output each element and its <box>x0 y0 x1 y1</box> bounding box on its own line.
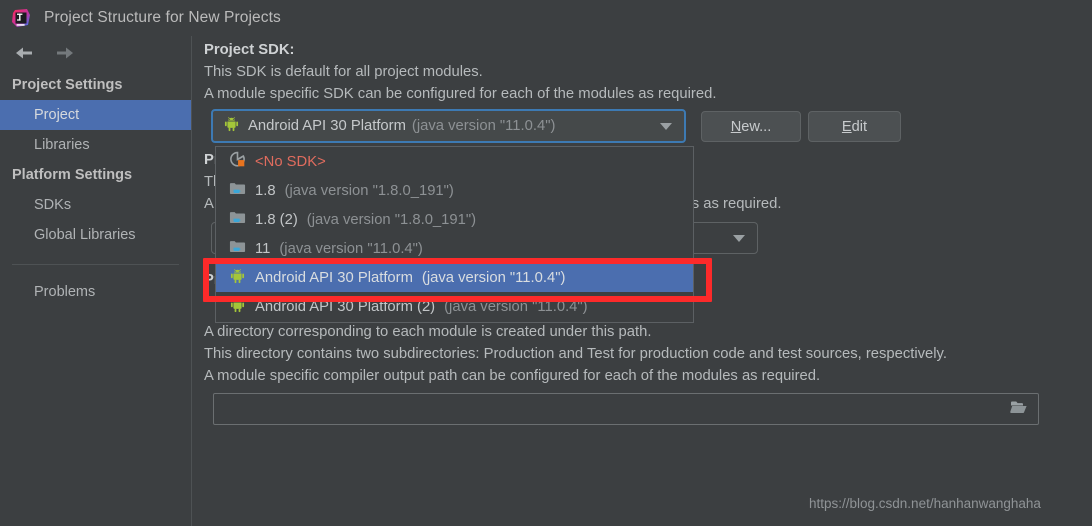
project-sdk-desc-1: This SDK is default for all project modu… <box>204 64 483 80</box>
dropdown-item-jdk-11[interactable]: 11 (java version "11.0.4") <box>216 234 693 263</box>
android-icon <box>229 267 246 288</box>
new-sdk-button-label: ew... <box>741 118 772 135</box>
arrow-right-icon[interactable] <box>53 41 77 65</box>
java-sdk-icon <box>229 180 246 201</box>
folder-icon[interactable] <box>1010 399 1028 419</box>
dropdown-item-version: (java version "11.0.4") <box>279 240 423 257</box>
sidebar-divider <box>12 264 179 265</box>
compiler-output-desc-1: A directory corresponding to each module… <box>204 324 652 340</box>
dropdown-item-version: (java version "1.8.0_191") <box>284 182 454 199</box>
android-icon <box>229 296 246 317</box>
dropdown-item-label: Android API 30 Platform <box>255 269 413 286</box>
dropdown-item-label: 1.8 <box>255 182 276 199</box>
java-sdk-icon <box>229 238 246 259</box>
sdk-dropdown-popup[interactable]: <No SDK> 1.8 (java version "1.8.0_191") <box>215 146 694 323</box>
android-icon <box>223 115 240 137</box>
dropdown-item-label: <No SDK> <box>255 153 326 170</box>
sidebar-item-sdks[interactable]: SDKs <box>0 190 191 220</box>
chevron-down-icon[interactable] <box>733 234 745 242</box>
chevron-down-icon[interactable] <box>660 122 672 130</box>
new-sdk-button-mnemonic: N <box>730 118 742 135</box>
project-sdk-combobox[interactable]: Android API 30 Platform (java version "1… <box>211 109 686 143</box>
dropdown-item-android-api-30-2[interactable]: Android API 30 Platform (2) (java versio… <box>216 292 693 321</box>
sidebar-group-platform-settings: Platform Settings <box>12 167 133 183</box>
dropdown-item-label: 11 <box>255 240 271 257</box>
project-structure-dialog: Project Structure for New Projects Proje… <box>0 0 1092 526</box>
sidebar-item-problems[interactable]: Problems <box>0 277 191 307</box>
project-sdk-combobox-version: (java version "11.0.4") <box>411 118 556 134</box>
project-sdk-desc-2: A module specific SDK can be configured … <box>204 86 717 102</box>
no-sdk-icon <box>229 151 246 172</box>
arrow-left-icon[interactable] <box>12 41 36 65</box>
new-sdk-button[interactable]: New... <box>701 111 801 142</box>
dropdown-item-no-sdk[interactable]: <No SDK> <box>216 147 693 176</box>
dropdown-item-android-api-30[interactable]: Android API 30 Platform (java version "1… <box>216 263 693 292</box>
dropdown-item-label: 1.8 (2) <box>255 211 298 228</box>
project-sdk-title: Project SDK: <box>204 42 295 58</box>
sidebar-item-global-libraries[interactable]: Global Libraries <box>0 220 191 250</box>
watermark-url: https://blog.csdn.net/hanhanwanghaha <box>809 496 1041 511</box>
dropdown-item-version: (java version "1.8.0_191") <box>306 211 477 228</box>
compiler-output-desc-2: This directory contains two subdirectori… <box>204 346 947 362</box>
sidebar-item-project[interactable]: Project <box>0 100 191 130</box>
intellij-idea-logo-icon <box>11 8 31 28</box>
dropdown-item-version: (java version "11.0.4") <box>444 298 588 315</box>
edit-sdk-button[interactable]: Edit <box>808 111 901 142</box>
compiler-output-desc-3: A module specific compiler output path c… <box>204 368 821 384</box>
java-sdk-icon <box>229 209 246 230</box>
navigation-row <box>0 36 191 70</box>
dropdown-item-jdk-1-8-2[interactable]: 1.8 (2) (java version "1.8.0_191") <box>216 205 693 234</box>
edit-sdk-button-label: dit <box>851 118 868 135</box>
settings-sidebar: Project Settings Project Libraries Platf… <box>0 36 192 526</box>
dropdown-item-version: (java version "11.0.4") <box>421 269 566 286</box>
window-title: Project Structure for New Projects <box>44 9 281 26</box>
edit-sdk-button-mnemonic: E <box>841 118 852 135</box>
compiler-output-path-field[interactable] <box>213 393 1039 425</box>
sidebar-item-libraries[interactable]: Libraries <box>0 130 191 160</box>
sidebar-group-project-settings: Project Settings <box>12 77 123 93</box>
title-bar: Project Structure for New Projects <box>0 0 1092 36</box>
project-sdk-combobox-value: Android API 30 Platform <box>248 118 406 134</box>
dropdown-item-jdk-1-8[interactable]: 1.8 (java version "1.8.0_191") <box>216 176 693 205</box>
dropdown-item-label: Android API 30 Platform (2) <box>255 298 436 315</box>
